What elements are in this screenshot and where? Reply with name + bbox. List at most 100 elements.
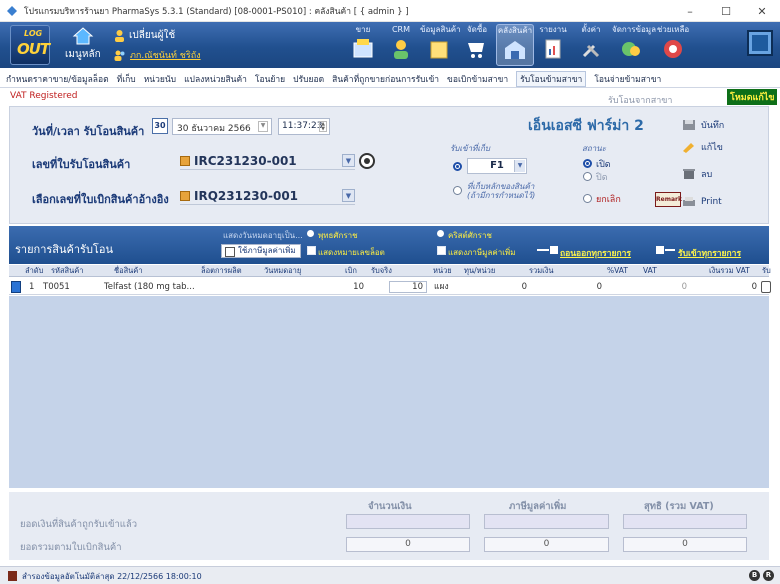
date-value: 30 ธันวาคม 2566 xyxy=(177,124,251,134)
save-icon xyxy=(683,120,695,130)
show-vat-checkbox[interactable] xyxy=(437,246,446,255)
sales-icon xyxy=(353,39,373,58)
home-button[interactable]: เมนูหลัก xyxy=(60,25,106,65)
save-label: บันทึก xyxy=(701,121,725,131)
use-vat-checkbox[interactable]: ใช้ภาษีมูลค่าเพิ่ม xyxy=(221,244,301,258)
edit-button[interactable]: แก้ไข xyxy=(682,137,750,157)
logout-button[interactable]: LOG OUT xyxy=(10,25,50,65)
toolbar-report-button[interactable]: รายงาน xyxy=(534,24,572,66)
receive-all-link[interactable]: รับเข้าทุกรายการ xyxy=(678,246,741,260)
status-cancel-radio[interactable] xyxy=(583,194,592,203)
toolbar-sales-button[interactable]: ขาย xyxy=(344,24,382,66)
req-vat: 0 xyxy=(484,537,609,552)
calendar-icon[interactable]: 30 xyxy=(152,118,168,134)
title-bar: โปรแกรมบริหารร้านยา PharmaSys 5.3.1 (Sta… xyxy=(0,0,780,22)
toolbar-help-button[interactable]: ช่วยเหลือ xyxy=(654,24,692,66)
status-b-icon[interactable]: B xyxy=(749,570,760,581)
datetime-label: วันที่/เวลา รับโอนสินค้า xyxy=(32,125,145,138)
time-spinner-icon[interactable]: ▲ ▼ xyxy=(319,121,327,132)
close-button[interactable]: ✕ xyxy=(744,0,780,22)
row-received[interactable]: 10 xyxy=(389,279,423,295)
ref-combo[interactable]: IRQ231230-001 ▼ xyxy=(180,187,355,205)
menu-branch-transfer[interactable]: โอนจ่ายข้ามสาขา xyxy=(594,72,661,86)
menu-price-lot[interactable]: กำหนดราคาขาย/ข้อมูลล็อต xyxy=(6,72,109,86)
ref-value: IRQ231230-001 xyxy=(194,189,299,203)
toolbar-settings-button[interactable]: ตั้งค่า xyxy=(572,24,610,66)
ref-dropdown-icon[interactable]: ▼ xyxy=(342,189,355,202)
toolbar-data-manage-button[interactable]: จัดการข้อมูล xyxy=(612,24,656,66)
user-icon xyxy=(115,30,124,42)
menu-adjust[interactable]: ปรับยอด xyxy=(293,72,324,86)
window-title: โปรแกรมบริหารร้านยา PharmaSys 5.3.1 (Sta… xyxy=(24,6,409,17)
toolbar-data-manage-label: จัดการข้อมูล xyxy=(612,25,656,34)
status-cancel-label: ยกเลิก xyxy=(596,195,621,205)
status-open-radio[interactable] xyxy=(583,159,592,168)
show-lot-label: แสดงหมายเลขล็อต xyxy=(318,248,385,257)
toolbar-crm-button[interactable]: CRM xyxy=(382,24,420,66)
table-body-empty[interactable] xyxy=(9,296,769,488)
default-store-line2: (ถ้ามีการกำหนดไว้) xyxy=(467,191,536,200)
table-row[interactable]: 1 T0051 Telfast (180 mg tab... 10 10 แผง… xyxy=(9,279,771,295)
minimize-button[interactable]: – xyxy=(672,0,708,22)
date-field[interactable]: 30 ธันวาคม 2566 ▼ xyxy=(172,118,272,135)
exit-icon[interactable] xyxy=(747,30,773,56)
toolbar-purchase-button[interactable]: จัดซื้อ xyxy=(458,24,496,66)
req-amount: 0 xyxy=(346,537,470,552)
menu-branch-requisition[interactable]: ขอเบิกข้ามสาขา xyxy=(447,72,508,86)
menu-unit[interactable]: หน่วยนับ xyxy=(144,72,176,86)
remove-all-icon xyxy=(537,246,558,254)
buddhist-era-label: พุทธศักราช xyxy=(318,231,358,240)
delete-label: ลบ xyxy=(701,170,713,180)
warehouse-dropdown-icon[interactable]: ▼ xyxy=(514,160,525,172)
change-user-button[interactable]: เปลี่ยนผู้ใช้ xyxy=(114,28,175,43)
maximize-button[interactable]: ☐ xyxy=(708,0,744,22)
store-radio-selected[interactable] xyxy=(453,162,462,171)
col-code: รหัสสินค้า xyxy=(51,266,84,275)
current-user-link[interactable]: ภก.ณัชนันท์ ชริถัง xyxy=(114,48,201,62)
print-button[interactable]: Print xyxy=(682,192,750,212)
status-open-label: เปิด xyxy=(596,160,611,170)
row-requested: 10 xyxy=(353,282,364,292)
doc-no-label: เลขที่ใบรับโอนสินค้า xyxy=(32,158,131,171)
doc-no-combo[interactable]: IRC231230-001 ▼ xyxy=(180,152,355,170)
delete-icon xyxy=(683,169,695,179)
col-total-vat: เงินรวม VAT xyxy=(709,266,750,275)
toolbar-product-button[interactable]: ข้อมูลสินค้า xyxy=(420,24,461,66)
row-receive-checkbox[interactable] xyxy=(761,281,771,293)
menu-convert-unit[interactable]: แปลงหน่วยสินค้า xyxy=(184,72,247,86)
received-total-label: ยอดเงินที่สินค้าถูกรับเข้าแล้ว xyxy=(20,519,138,530)
date-dropdown-icon[interactable]: ▼ xyxy=(258,121,268,132)
save-button[interactable]: บันทึก xyxy=(682,115,750,135)
time-field[interactable]: 11:37:23 ▲ ▼ xyxy=(278,118,330,135)
remove-all-link[interactable]: ถอนออกทุกรายการ xyxy=(560,246,631,260)
ref-doc-icon xyxy=(180,191,190,201)
status-r-icon[interactable]: R xyxy=(763,570,774,581)
time-value: 11:37:23 xyxy=(282,121,323,131)
menu-sold-before-receive[interactable]: สินค้าที่ถูกขายก่อนการรับเข้า xyxy=(332,72,439,86)
delete-button[interactable]: ลบ xyxy=(682,164,750,184)
menu-branch-receive[interactable]: รับโอนข้ามสาขา xyxy=(516,70,587,87)
refresh-doc-button[interactable] xyxy=(359,153,375,169)
status-closed-label: ปิด xyxy=(596,173,608,183)
toolbar-warehouse-button[interactable]: คลังสินค้า xyxy=(496,24,534,66)
buddhist-era-radio[interactable] xyxy=(307,230,314,237)
menu-move[interactable]: โอนย้าย xyxy=(255,72,285,86)
user-group-icon xyxy=(114,50,125,61)
status-closed-radio[interactable] xyxy=(583,172,592,181)
purchase-icon xyxy=(468,43,484,58)
toolbar-crm-label: CRM xyxy=(391,25,411,34)
toolbar-product-label: ข้อมูลสินค้า xyxy=(420,25,461,34)
doc-no-dropdown-icon[interactable]: ▼ xyxy=(342,154,355,167)
menu-storage[interactable]: ที่เก็บ xyxy=(117,72,136,86)
default-store-radio[interactable] xyxy=(453,186,462,195)
toolbar-purchase-label: จัดซื้อ xyxy=(466,25,488,34)
row-cost: 0 xyxy=(521,282,527,292)
warehouse-select[interactable]: F1 ▼ xyxy=(467,158,527,174)
remark-button[interactable]: Remark xyxy=(655,192,682,207)
toolbar-settings-label: ตั้งค่า xyxy=(581,25,601,34)
app-icon xyxy=(7,5,17,16)
show-lot-checkbox[interactable] xyxy=(307,246,316,255)
home-label: เมนูหลัก xyxy=(65,49,101,60)
col-expiry: วันหมดอายุ xyxy=(264,266,302,275)
christian-era-radio[interactable] xyxy=(437,230,444,237)
